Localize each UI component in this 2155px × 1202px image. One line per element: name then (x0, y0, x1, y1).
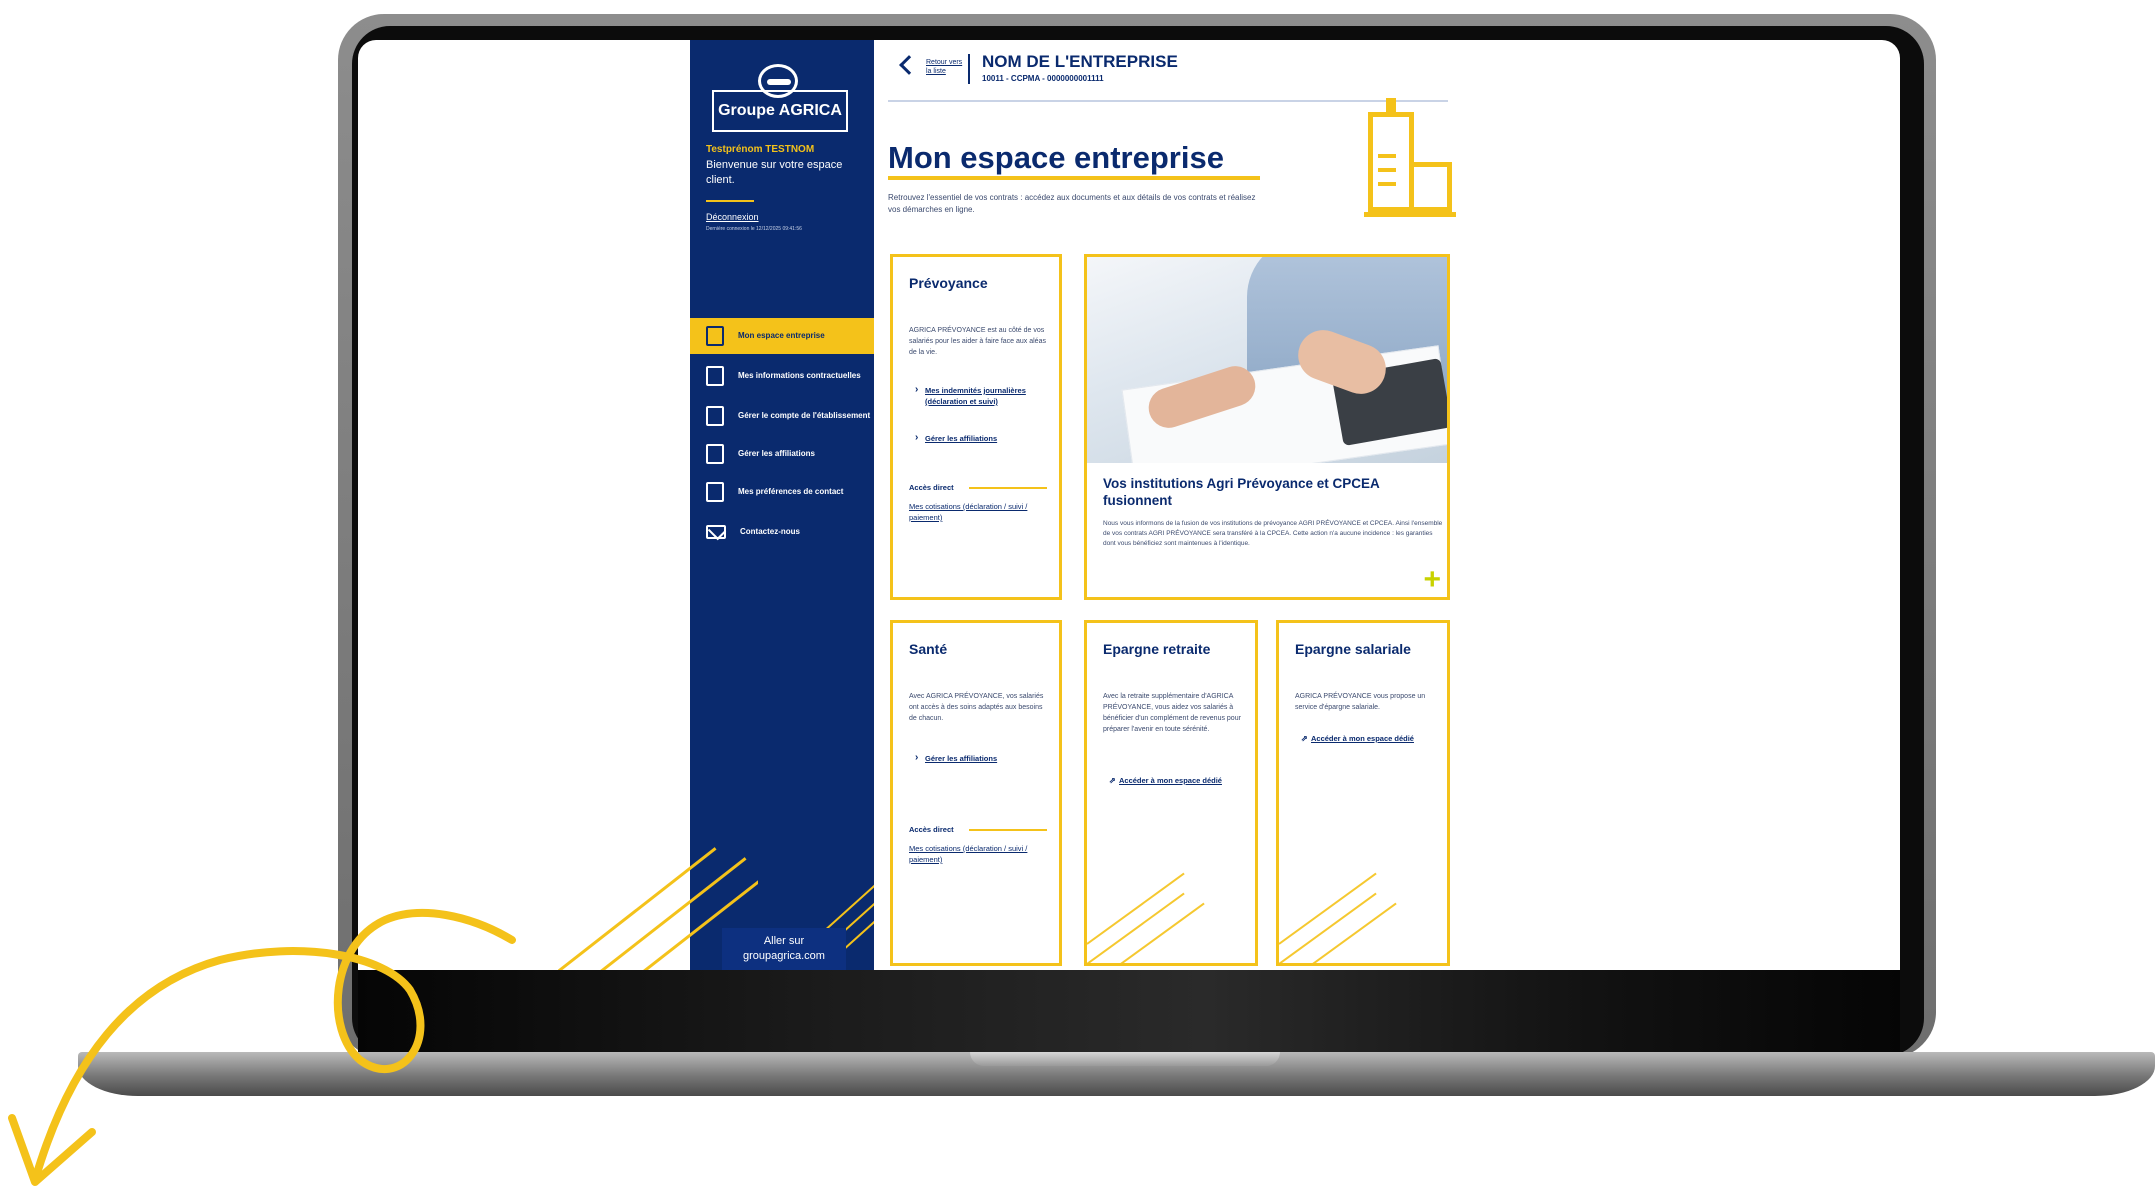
cotisations-link[interactable]: Mes cotisations (déclaration / suivi / p… (909, 501, 1049, 523)
welcome-text: Bienvenue sur votre espace client. (706, 159, 843, 186)
indemnites-link[interactable]: Mes indemnités journalières (déclaration… (915, 384, 1049, 407)
card-title: Prévoyance (909, 275, 988, 291)
header-separator (968, 54, 970, 84)
header-divider (888, 100, 1448, 102)
plus-icon[interactable]: + (1423, 565, 1441, 595)
title-underline (888, 176, 1260, 180)
card-title: Epargne retraite (1103, 641, 1211, 657)
card-epargne-retraite: Epargne retraite Avec la retraite supplé… (1084, 620, 1258, 966)
intro-text: Retrouvez l'essentiel de vos contrats : … (888, 193, 1256, 214)
card-prevoyance: Prévoyance AGRICA PRÉVOYANCE est au côté… (890, 254, 1062, 600)
card-epargne-salariale: Epargne salariale AGRICA PRÉVOYANCE vous… (1276, 620, 1450, 966)
building-icon (706, 326, 724, 346)
page-title: Mon espace entreprise (888, 140, 1224, 175)
sidebar-item-preferences-contact[interactable]: Mes préférences de contact (690, 474, 874, 510)
back-link[interactable]: Retour vers la liste (926, 58, 966, 76)
sidebar-item-label: Mon espace entreprise (738, 331, 825, 340)
sidebar-item-mon-espace-entreprise[interactable]: Mon espace entreprise (690, 318, 874, 354)
chevron-left-icon[interactable] (899, 55, 919, 75)
sidebar-item-label: Mes informations contractuelles (738, 371, 861, 380)
espace-dedie-link[interactable]: Accéder à mon espace dédié (1301, 733, 1421, 744)
laptop-screen: Groupe AGRICA Testprénom TESTNOM Bienven… (358, 40, 1900, 970)
card-title: Epargne salariale (1295, 641, 1411, 657)
agrica-logo[interactable]: Groupe AGRICA (712, 90, 848, 132)
news-text: Nous vous informons de la fusion de vos … (1103, 520, 1443, 547)
espace-dedie-link[interactable]: Accéder à mon espace dédié (1109, 775, 1229, 786)
sidebar-item-label: Contactez-nous (740, 527, 800, 536)
sidebar-item-informations-contractuelles[interactable]: Mes informations contractuelles (690, 358, 874, 394)
background-decoration-stripes (558, 820, 758, 970)
card-decoration-stripes (1087, 863, 1217, 963)
cotisations-link[interactable]: Mes cotisations (déclaration / suivi / p… (909, 843, 1049, 865)
main-content: Retour vers la liste NOM DE L'ENTREPRISE… (874, 40, 1460, 970)
sidebar-item-label: Mes préférences de contact (738, 487, 844, 496)
sidebar-item-compte-etablissement[interactable]: Gérer le compte de l'établissement (690, 398, 874, 434)
card-sante: Santé Avec AGRICA PRÉVOYANCE, vos salari… (890, 620, 1062, 966)
gerer-affiliations-link[interactable]: Gérer les affiliations (915, 432, 997, 444)
news-photo (1087, 257, 1447, 463)
account-icon (706, 406, 724, 426)
direct-access-line (969, 829, 1047, 831)
sidebar-item-contactez-nous[interactable]: Contactez-nous (690, 514, 874, 550)
gerer-affiliations-link[interactable]: Gérer les affiliations (915, 752, 997, 764)
card-text: Avec AGRICA PRÉVOYANCE, vos salariés ont… (909, 693, 1044, 722)
sidebar-item-label: Gérer les affiliations (738, 449, 815, 458)
direct-access-line (969, 487, 1047, 489)
document-icon (706, 482, 724, 502)
laptop-notch (970, 1052, 1280, 1066)
sidebar-divider (706, 200, 754, 202)
last-login-text: Dernière connexion le 12/12/2025 09:41:5… (706, 226, 802, 232)
direct-access-label: Accès direct (909, 483, 954, 492)
direct-access-label: Accès direct (909, 825, 954, 834)
news-title: Vos institutions Agri Prévoyance et CPCE… (1103, 476, 1380, 508)
keyboard-strip (358, 970, 1900, 1054)
card-news[interactable]: Vos institutions Agri Prévoyance et CPCE… (1084, 254, 1450, 600)
card-decoration-stripes (1279, 863, 1409, 963)
card-text: Avec la retraite supplémentaire d'AGRICA… (1103, 693, 1241, 733)
company-id: 10011 - CCPMA - 0000000001111 (982, 74, 1104, 83)
user-name: Testprénom TESTNOM (706, 144, 815, 155)
document-edit-icon (706, 444, 724, 464)
envelope-icon (706, 525, 726, 539)
card-title: Santé (909, 641, 948, 657)
building-icon (1364, 98, 1456, 218)
card-text: AGRICA PRÉVOYANCE vous propose un servic… (1295, 693, 1426, 711)
document-edit-icon (706, 366, 724, 386)
card-text: AGRICA PRÉVOYANCE est au côté de vos sal… (909, 327, 1046, 356)
sidebar-item-affiliations[interactable]: Gérer les affiliations (690, 436, 874, 472)
sidebar-item-label: Gérer le compte de l'établissement (738, 411, 871, 420)
company-name: NOM DE L'ENTREPRISE (982, 52, 1178, 71)
logout-link[interactable]: Déconnexion (706, 212, 759, 222)
